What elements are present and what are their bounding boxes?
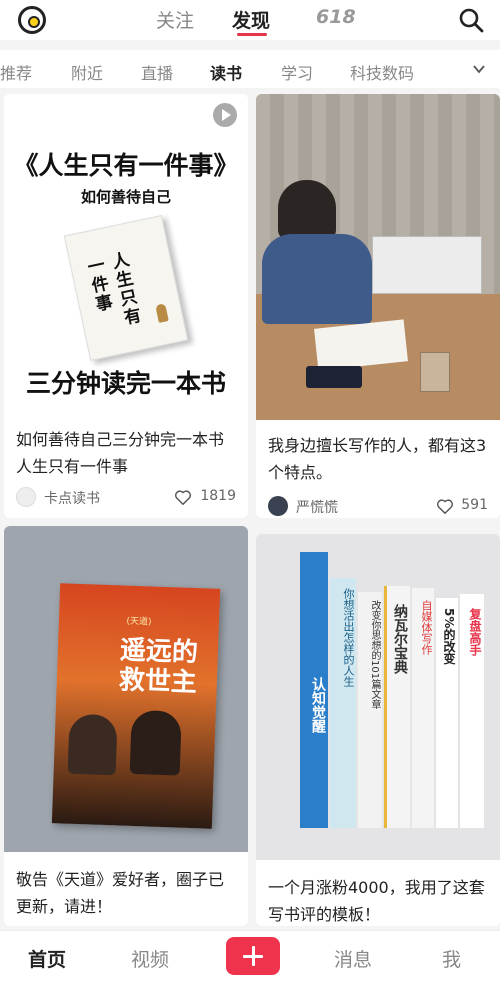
printer — [372, 236, 482, 294]
search-icon[interactable] — [458, 7, 484, 33]
card-cover-image[interactable]: (天道) 遥远的救世主 — [4, 526, 248, 852]
nav-home[interactable]: 首页 — [28, 945, 66, 972]
pen-holder — [420, 352, 450, 392]
avatar[interactable] — [268, 496, 288, 516]
cover-subtitle: 如何善待自己 — [80, 188, 171, 206]
feed-card[interactable]: (天道) 遥远的救世主 敬告《天道》爱好者，圈子已更新，请进！ — [4, 526, 248, 926]
card-title[interactable]: 一个月涨粉4000，我用了这套写书评的模板！ — [268, 874, 488, 926]
tab-follow[interactable]: 关注 — [156, 6, 194, 33]
figure-illustration — [155, 303, 169, 323]
tab-discover[interactable]: 发现 — [232, 6, 270, 33]
feed-card[interactable]: 我身边擅长写作的人，都有这3个特点。 严慌慌 591 — [256, 94, 500, 518]
card-cover-image[interactable]: 《人生只有一件事》 如何善待自己 人生只有一件事 三分钟读完一本书 — [4, 94, 248, 416]
nav-video[interactable]: 视频 — [131, 945, 169, 972]
category-live[interactable]: 直播 — [141, 60, 173, 84]
card-cover-image[interactable]: 认知觉醒 你想活出怎样的人生 改变你思想的101篇文章 纳瓦尔宝典 自媒体写作 … — [256, 534, 500, 860]
card-meta: 卡点读书 1819 — [16, 487, 236, 509]
nav-me[interactable]: 我 — [442, 945, 461, 972]
portrait-left — [67, 713, 118, 776]
nav-messages[interactable]: 消息 — [334, 945, 372, 972]
heart-icon[interactable] — [174, 489, 192, 507]
heart-icon[interactable] — [436, 498, 454, 516]
person-shirt — [262, 234, 372, 324]
book-spine: 认知觉醒 — [300, 552, 328, 828]
create-post-button[interactable] — [226, 937, 280, 975]
book-spine: 纳瓦尔宝典 — [384, 586, 410, 828]
book-top-text: (天道) — [126, 616, 152, 628]
category-reading[interactable]: 读书 — [210, 60, 242, 84]
portrait-right — [129, 709, 182, 776]
feed-card[interactable]: 认知觉醒 你想活出怎样的人生 改变你思想的101篇文章 纳瓦尔宝典 自媒体写作 … — [256, 534, 500, 926]
book-cover-title: 人生只有一件事 — [82, 250, 142, 329]
category-bar: 推荐 附近 直播 读书 学习 科技数码 — [0, 50, 500, 88]
book-spine: 5%的改变 — [436, 598, 458, 828]
card-meta: 严慌慌 591 — [268, 496, 488, 518]
book-cover: (天道) 遥远的救世主 — [51, 583, 221, 829]
cover-bottom-text: 三分钟读完一本书 — [25, 369, 226, 398]
bottom-nav: 首页 视频 消息 我 — [0, 930, 500, 986]
top-bar: 关注 发现 618 — [0, 0, 500, 40]
app-logo-icon[interactable] — [18, 6, 46, 34]
category-recommend[interactable]: 推荐 — [0, 60, 32, 84]
notebook — [306, 366, 362, 388]
like-count: 591 — [461, 497, 488, 513]
card-title[interactable]: 敬告《天道》爱好者，圈子已更新，请进！ — [16, 866, 236, 920]
book-cover: 人生只有一件事 — [63, 215, 189, 361]
category-study[interactable]: 学习 — [281, 60, 313, 84]
tab-618[interactable]: 618 — [316, 6, 356, 28]
book-spine: 你想活出怎样的人生 — [330, 578, 356, 828]
category-tech[interactable]: 科技数码 — [350, 60, 414, 84]
card-title[interactable]: 如何善待自己三分钟完一本书人生只有一件事 — [16, 426, 236, 480]
author-name[interactable]: 卡点读书 — [44, 488, 100, 508]
card-title[interactable]: 我身边擅长写作的人，都有这3个特点。 — [268, 432, 488, 486]
author-name[interactable]: 严慌慌 — [296, 497, 338, 517]
book-spine: 复盘高手 — [460, 594, 484, 828]
person-hair — [278, 180, 336, 240]
book-title: 遥远的救世主 — [118, 635, 199, 699]
chevron-down-icon[interactable] — [472, 62, 486, 76]
like-count: 1819 — [200, 488, 236, 504]
cover-title: 《人生只有一件事》 — [13, 151, 239, 180]
video-play-icon — [213, 103, 237, 127]
category-nearby[interactable]: 附近 — [71, 60, 103, 84]
feed-card[interactable]: 《人生只有一件事》 如何善待自己 人生只有一件事 三分钟读完一本书 如何善待自己… — [4, 94, 248, 518]
avatar[interactable] — [16, 487, 36, 507]
book-spine: 自媒体写作 — [412, 588, 434, 828]
book-spine: 改变你思想的101篇文章 — [358, 592, 382, 828]
active-tab-indicator — [237, 33, 267, 36]
card-cover-image[interactable] — [256, 94, 500, 420]
